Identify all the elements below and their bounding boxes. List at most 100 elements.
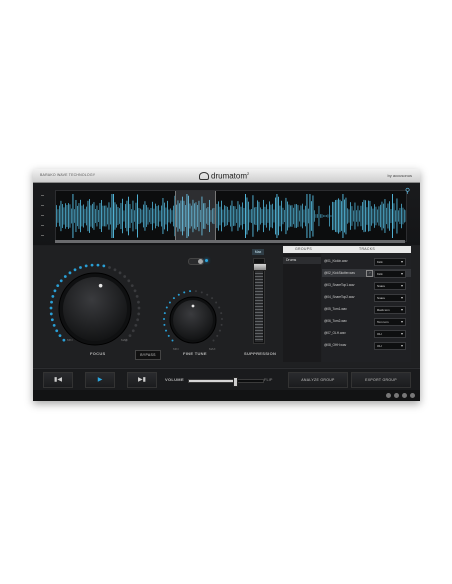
product-logo: drumatom2 [199,171,249,181]
waveform-bar [119,208,120,224]
track-row[interactable]: @02_KickSkotter.wav ↗ Kick [322,269,411,278]
mode-toggle[interactable] [188,258,204,265]
waveform-bar [146,205,147,227]
waveform-bar [348,209,350,223]
suppression-fader[interactable]: Max SUPPRESSION [244,246,276,367]
search-icon[interactable]: ⚲ [405,188,412,195]
led-dot [189,290,192,293]
track-type-dropdown[interactable]: Snare [374,282,406,290]
brand-logo: by accusonus [387,173,412,178]
export-group-button[interactable]: EXPORT GROUP [351,372,411,388]
led-dot [51,294,55,298]
waveform-zoom-ruler[interactable] [37,195,49,239]
led-dot [128,334,132,338]
group-item-drums[interactable]: Drums [283,257,321,264]
track-row[interactable]: @03_SnareTop1.wav Snare [322,281,411,290]
fine-tune-pointer [191,304,195,308]
waveform-bar [144,201,146,231]
waveform-bar [114,202,116,230]
waveform-bar [350,202,351,230]
bypass-button[interactable]: BYPASS [135,350,161,360]
waveform-bar [155,203,156,229]
waveform-bar [239,204,240,228]
waveform-bar [156,206,158,226]
track-type-dropdown[interactable]: OH [374,330,406,338]
waveform-bar [236,209,237,223]
track-row[interactable]: @05_Tom1.wav Rack tom [322,305,411,314]
skip-forward-button[interactable]: ▶▮ [127,372,157,388]
led-dot [171,339,174,342]
waveform-bar [65,203,66,229]
track-row[interactable]: @08_OHH.wav OH [322,341,411,350]
led-dot [165,329,168,332]
led-dot [49,312,53,316]
waveform-bar [305,205,306,227]
led-dot [118,271,122,275]
focus-pointer [98,283,103,288]
fine-tune-knob-graphic [163,290,223,344]
skip-back-icon: ▮◀ [54,377,62,383]
waveform-bar [231,200,233,232]
waveform-scrollbar[interactable] [55,240,405,243]
waveform-bar [228,209,230,223]
track-type-value: Snare [377,296,386,300]
waveform-bar [131,209,132,223]
track-type-dropdown[interactable]: Rack tom [374,306,406,314]
led-dot [168,301,171,304]
tracks-list: @01_Kickln.wav Kick @02_KickSkotter.wav ↗ Ki… [322,254,411,362]
main-panel: MIN MAX FOCUS BYPASS MIN MAX FINE TUNE M… [33,246,420,367]
fine-tune-knob[interactable] [161,288,225,352]
suppression-value: Max [252,249,264,255]
waveform-bar [404,209,405,223]
track-type-dropdown[interactable]: Kick [374,258,406,266]
waveform-bar [371,206,372,226]
edit-icon[interactable]: ↗ [366,270,373,277]
waveform-bar [74,209,75,223]
skip-back-button[interactable]: ▮◀ [43,372,73,388]
focus-knob[interactable] [47,261,143,357]
led-dot [136,318,140,322]
track-type-dropdown[interactable]: Snare [374,294,406,302]
waveform-bar [71,208,72,224]
waveform-bar [248,201,249,231]
zoom-icon[interactable] [394,393,399,398]
scrollbar-thumb[interactable] [55,240,405,243]
waveform-bar [267,209,269,223]
track-row[interactable]: @06_Tom2.wav Tom tom [322,317,411,326]
track-type-dropdown[interactable]: Kick [374,270,406,278]
waveform-bar [105,205,107,227]
chevron-down-icon [401,261,403,263]
waveform-bar [294,204,296,228]
info-icon[interactable] [410,393,415,398]
waveform-bar [254,207,255,225]
track-row[interactable]: @01_Kickln.wav Kick [322,257,411,266]
help-icon[interactable] [402,393,407,398]
settings-icon[interactable] [386,393,391,398]
ruler-tick [41,205,44,206]
waveform-display[interactable] [55,190,407,242]
suppression-handle[interactable] [253,262,267,271]
play-button[interactable]: ▶ [85,372,115,388]
waveform-bar [383,203,384,229]
led-dot [215,301,218,304]
waveform-bar [380,204,381,228]
focus-label: FOCUS [90,351,106,356]
waveform-bar [92,203,93,229]
track-type-dropdown[interactable]: OH [374,342,406,350]
track-type-dropdown[interactable]: Tom tom [374,318,406,326]
track-name: @01_Kickln.wav [324,259,348,263]
suppression-fill [255,264,263,342]
waveform-bar [234,206,236,226]
waveform-bar [77,205,78,227]
volume-slider[interactable] [188,377,264,387]
waveform-bar [99,203,101,229]
led-dot [163,323,166,326]
track-row[interactable]: @07_OLH.wav OH [322,329,411,338]
track-row[interactable]: @04_SnareTop2.wav Snare [322,293,411,302]
volume-handle[interactable] [232,377,238,387]
suppression-track[interactable] [253,258,267,344]
waveform-selection[interactable] [175,191,216,241]
waveform-bar [273,209,275,223]
waveform-bar [240,206,242,226]
analyze-group-button[interactable]: ANALYZE GROUP [288,372,348,388]
